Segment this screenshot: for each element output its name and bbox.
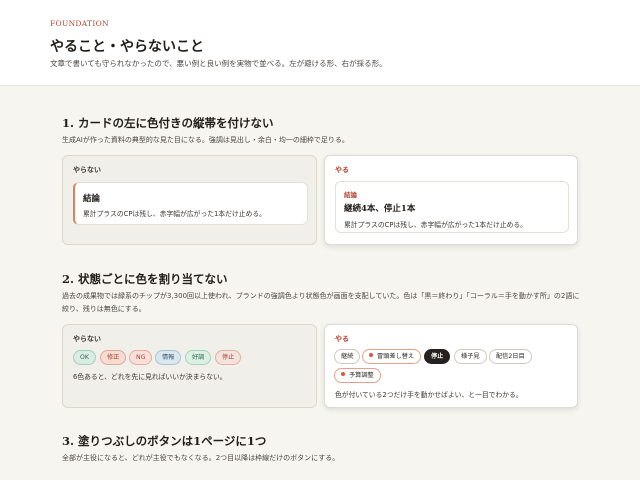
page-header: FOUNDATION やること・やらないこと 文章で書いても守られなかったので、…	[0, 0, 640, 86]
section-1-title: 1. カードの左に色付きの縦帯を付けない	[62, 116, 274, 130]
eyebrow-label: FOUNDATION	[50, 19, 109, 28]
page-title: やること・やらないこと	[50, 39, 204, 55]
section-3-description: 全部が主役になると、どれが主役でもなくなる。2つ目以降は枠線だけのボタンにする。	[62, 454, 340, 462]
chip-replace-opening: 冒頭差し替え	[362, 349, 422, 364]
section-2-bad-panel: やらない OK 修正 NG 情報 好調 停止 6色あると、どれを先に見ればいいか…	[62, 324, 317, 408]
bad-label: やらない	[73, 335, 101, 343]
bad-card-title: 結論	[83, 194, 101, 204]
status-chip-fix: 修正	[100, 350, 127, 365]
good-label: やる	[335, 166, 349, 174]
good-card-title: 継続4本、停止1本	[344, 204, 416, 214]
section-2-description: 過去の成果物では緑系のチップが3,300回以上使われ、ブランドの強調色より状態色…	[62, 292, 580, 313]
good-example-card: 結論 継続4本、停止1本 累計プラスのCPは残し、赤字幅が広がった1本だけ止める…	[335, 181, 569, 233]
status-chip-ng: NG	[129, 350, 153, 365]
good-card-body: 累計プラスのCPは残し、赤字幅が広がった1本だけ止める。	[344, 221, 527, 229]
coral-dot-icon	[341, 372, 345, 376]
bad-example-card: 結論 累計プラスのCPは残し、赤字幅が広がった1本だけ止める。	[73, 182, 308, 225]
section-1-bad-panel: やらない 結論 累計プラスのCPは残し、赤字幅が広がった1本だけ止める。	[62, 155, 317, 245]
chip-continue: 継続	[334, 349, 361, 364]
status-chip-ok: OK	[73, 350, 96, 365]
section-1-good-panel: やる 結論 継続4本、停止1本 累計プラスのCPは残し、赤字幅が広がった1本だけ…	[324, 155, 578, 245]
chip-wait-and-see: 様子見	[454, 349, 487, 364]
section-2-title: 2. 状態ごとに色を割り当てない	[62, 272, 228, 286]
chip-budget-adjust: 予算調整	[334, 368, 381, 383]
section-2-good-panel: やる 継続 冒頭差し替え 停止 様子見 配信2日目 予算調整 色が付いている2つ…	[324, 324, 578, 408]
chip-day-2: 配信2日目	[489, 349, 532, 364]
status-chip-stop: 停止	[215, 350, 242, 365]
bad-note: 6色あると、どれを先に見ればいいか決まらない。	[73, 373, 227, 381]
good-card-kicker: 結論	[344, 191, 357, 199]
section-3-title: 3. 塗りつぶしのボタンは1ページに1つ	[62, 434, 267, 448]
coral-dot-icon	[369, 353, 373, 357]
bad-label: やらない	[73, 166, 101, 174]
status-chip-good: 好調	[185, 350, 212, 365]
page-description: 文章で書いても守られなかったので、悪い例と良い例を実物で並べる。左が避ける形、右…	[50, 59, 387, 68]
bad-card-body: 累計プラスのCPは残し、赤字幅が広がった1本だけ止める。	[83, 210, 266, 218]
good-note: 色が付いている2つだけ手を動かせばよい、と一目でわかる。	[335, 391, 523, 399]
chip-label: 冒頭差し替え	[377, 353, 415, 360]
section-1-description: 生成AIが作った資料の典型的な見た目になる。強調は見出し・余白・均一の細枠で足り…	[62, 136, 349, 144]
good-label: やる	[335, 335, 349, 343]
status-chip-info: 情報	[155, 350, 182, 365]
chip-stop: 停止	[424, 349, 451, 364]
chip-label: 予算調整	[349, 372, 374, 379]
